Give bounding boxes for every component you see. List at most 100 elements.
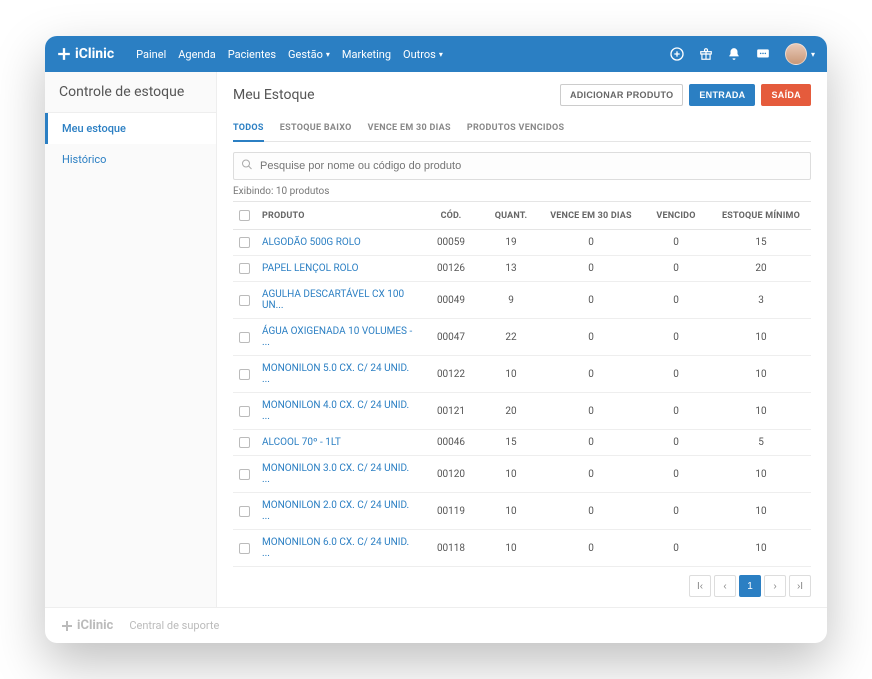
add-icon[interactable] [669, 46, 685, 62]
product-link[interactable]: ALCOOL 70º - 1LT [262, 437, 341, 448]
cell-min: 10 [711, 456, 811, 493]
user-menu[interactable]: ▾ [785, 43, 815, 65]
bell-icon[interactable] [727, 47, 741, 61]
nav-outros[interactable]: Outros ▾ [403, 48, 443, 61]
search-icon [241, 159, 253, 174]
product-link[interactable]: MONONILON 2.0 CX. C/ 24 UNID. ... [262, 500, 409, 522]
brand-logo[interactable]: iClinic [57, 46, 114, 62]
cell-cod: 00047 [421, 319, 481, 356]
product-link[interactable]: MONONILON 6.0 CX. C/ 24 UNID. ... [262, 537, 409, 559]
tabs: TODOS ESTOQUE BAIXO VENCE EM 30 DIAS PRO… [233, 116, 811, 142]
row-checkbox[interactable] [239, 295, 250, 306]
cell-v30: 0 [541, 319, 641, 356]
page-title: Meu Estoque [233, 87, 315, 103]
cell-v30: 0 [541, 393, 641, 430]
row-checkbox[interactable] [239, 469, 250, 480]
entrada-button[interactable]: ENTRADA [689, 84, 755, 106]
col-quant[interactable]: QUANT. [481, 202, 541, 230]
product-link[interactable]: PAPEL LENÇOL ROLO [262, 263, 358, 274]
nav-pacientes[interactable]: Pacientes [228, 48, 276, 61]
cell-min: 15 [711, 230, 811, 256]
product-link[interactable]: ÁGUA OXIGENADA 10 VOLUMES - ... [262, 326, 412, 348]
cell-qty: 15 [481, 430, 541, 456]
sidebar: Controle de estoque Meu estoque Históric… [45, 72, 217, 607]
page-1-button[interactable]: 1 [739, 575, 761, 597]
tab-vencidos[interactable]: PRODUTOS VENCIDOS [467, 116, 565, 141]
product-link[interactable]: AGULHA DESCARTÁVEL CX 100 UN... [262, 289, 404, 311]
cell-v30: 0 [541, 282, 641, 319]
product-link[interactable]: MONONILON 4.0 CX. C/ 24 UNID. ... [262, 400, 409, 422]
row-checkbox[interactable] [239, 437, 250, 448]
table-row: ÁGUA OXIGENADA 10 VOLUMES - ...000472200… [233, 319, 811, 356]
tab-estoque-baixo[interactable]: ESTOQUE BAIXO [280, 116, 352, 141]
sidebar-item-historico[interactable]: Histórico [45, 144, 216, 175]
select-all-checkbox[interactable] [239, 210, 250, 221]
tab-vence-30[interactable]: VENCE EM 30 DIAS [368, 116, 451, 141]
footer-support-link[interactable]: Central de suporte [129, 619, 219, 632]
chevron-down-icon: ▾ [326, 50, 330, 59]
search-input[interactable] [233, 152, 811, 180]
nav-gestao[interactable]: Gestão ▾ [288, 48, 330, 61]
nav-marketing[interactable]: Marketing [342, 48, 391, 61]
row-checkbox[interactable] [239, 406, 250, 417]
cell-v30: 0 [541, 530, 641, 567]
col-vence30[interactable]: VENCE EM 30 DIAS [541, 202, 641, 230]
cell-qty: 10 [481, 356, 541, 393]
cell-v30: 0 [541, 356, 641, 393]
table-row: ALCOOL 70º - 1LT0004615005 [233, 430, 811, 456]
product-link[interactable]: MONONILON 3.0 CX. C/ 24 UNID. ... [262, 463, 409, 485]
row-checkbox[interactable] [239, 506, 250, 517]
footer: iClinic Central de suporte [45, 607, 827, 643]
page-first-button[interactable]: I‹ [689, 575, 711, 597]
showing-count: Exibindo: 10 produtos [233, 186, 811, 197]
gift-icon[interactable] [699, 47, 713, 61]
cell-cod: 00118 [421, 530, 481, 567]
row-checkbox[interactable] [239, 369, 250, 380]
col-produto[interactable]: PRODUTO [256, 202, 421, 230]
table-row: MONONILON 3.0 CX. C/ 24 UNID. ...0012010… [233, 456, 811, 493]
saida-button[interactable]: SAÍDA [761, 84, 811, 106]
row-checkbox[interactable] [239, 332, 250, 343]
page-last-button[interactable]: ›I [789, 575, 811, 597]
cell-v30: 0 [541, 430, 641, 456]
brand-text: iClinic [75, 46, 114, 62]
table-row: MONONILON 2.0 CX. C/ 24 UNID. ...0011910… [233, 493, 811, 530]
sidebar-item-meu-estoque[interactable]: Meu estoque [45, 113, 216, 144]
nav-agenda[interactable]: Agenda [178, 48, 215, 61]
cell-min: 10 [711, 493, 811, 530]
cell-venc: 0 [641, 282, 711, 319]
table-row: ALGODÃO 500G ROLO00059190015 [233, 230, 811, 256]
cell-min: 5 [711, 430, 811, 456]
nav-painel[interactable]: Painel [136, 48, 166, 61]
row-checkbox[interactable] [239, 543, 250, 554]
page-prev-button[interactable]: ‹ [714, 575, 736, 597]
table-row: AGULHA DESCARTÁVEL CX 100 UN...000499003 [233, 282, 811, 319]
cell-qty: 10 [481, 493, 541, 530]
cell-cod: 00059 [421, 230, 481, 256]
cell-venc: 0 [641, 256, 711, 282]
tab-todos[interactable]: TODOS [233, 116, 264, 142]
col-min[interactable]: ESTOQUE MÍNIMO [711, 202, 811, 230]
cell-venc: 0 [641, 356, 711, 393]
add-product-button[interactable]: ADICIONAR PRODUTO [560, 84, 683, 106]
row-checkbox[interactable] [239, 263, 250, 274]
cell-v30: 0 [541, 456, 641, 493]
product-link[interactable]: MONONILON 5.0 CX. C/ 24 UNID. ... [262, 363, 409, 385]
cell-v30: 0 [541, 230, 641, 256]
cell-cod: 00049 [421, 282, 481, 319]
page-next-button[interactable]: › [764, 575, 786, 597]
product-link[interactable]: ALGODÃO 500G ROLO [262, 237, 361, 248]
col-cod[interactable]: CÓD. [421, 202, 481, 230]
row-checkbox[interactable] [239, 237, 250, 248]
table-row: PAPEL LENÇOL ROLO00126130020 [233, 256, 811, 282]
table-row: MONONILON 6.0 CX. C/ 24 UNID. ... 0011810… [233, 530, 811, 567]
cell-cod: 00046 [421, 430, 481, 456]
cell-qty: 10 [481, 530, 541, 567]
col-vencido[interactable]: VENCIDO [641, 202, 711, 230]
cell-v30: 0 [541, 493, 641, 530]
chevron-down-icon: ▾ [439, 50, 443, 59]
chat-icon[interactable] [755, 47, 771, 61]
avatar [785, 43, 807, 65]
cell-qty: 19 [481, 230, 541, 256]
cell-qty: 22 [481, 319, 541, 356]
